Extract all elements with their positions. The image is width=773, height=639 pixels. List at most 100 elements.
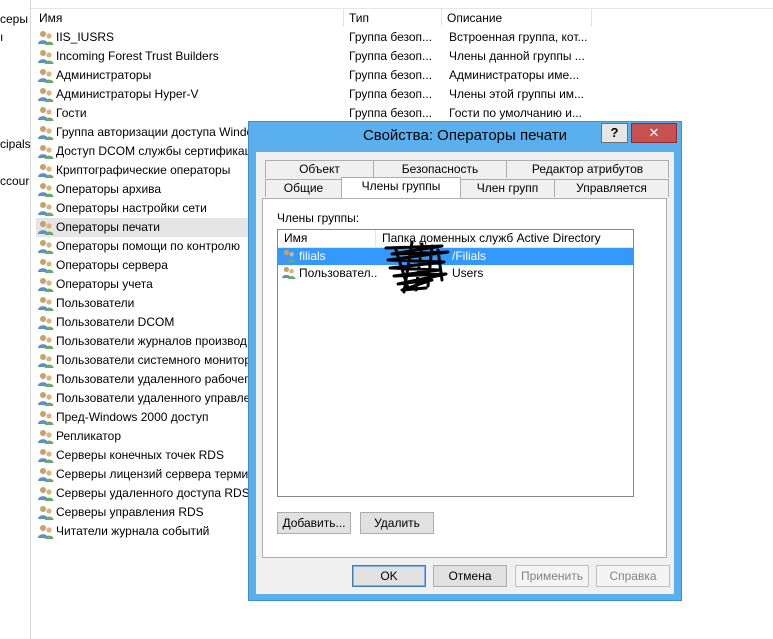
group-icon — [38, 486, 54, 501]
tab-attribute-editor[interactable]: Редактор атрибутов — [506, 160, 669, 178]
console-tree-pane: серы , ı cipals ccour — [0, 0, 31, 639]
column-header-description[interactable]: Описание — [442, 9, 592, 27]
group-icon — [38, 524, 54, 539]
group-name: Группа авторизации доступа Windo — [56, 125, 250, 139]
group-name: Криптографические операторы — [56, 163, 231, 177]
member-row[interactable]: filials/Filials — [278, 248, 633, 265]
group-list-row[interactable]: Incoming Forest Trust Builders Группа без… — [34, 47, 634, 66]
tree-item[interactable]: cipals — [0, 137, 30, 151]
group-list-row[interactable]: IIS_IUSRS Группа безоп... Встроенная групп… — [34, 28, 634, 47]
tab-members[interactable]: Члены группы — [341, 177, 461, 198]
group-name: Операторы помощи по контролю — [56, 239, 241, 253]
group-icon — [38, 30, 54, 45]
group-name-cell: Администраторы — [36, 66, 250, 85]
column-header-type[interactable]: Тип — [344, 9, 442, 27]
group-icon — [38, 410, 54, 425]
tab-security[interactable]: Безопасность — [373, 160, 507, 178]
group-name: Операторы сервера — [56, 258, 168, 272]
column-header-name[interactable]: Имя — [34, 9, 344, 27]
group-name: Серверы конечных точек RDS — [56, 448, 224, 462]
group-name-cell: Администраторы Hyper-V — [36, 85, 250, 104]
group-name-cell: Пользователи журналов производ — [36, 332, 250, 351]
tab-managed-by[interactable]: Управляется — [554, 179, 669, 197]
group-description: Члены данной группы ... — [449, 49, 585, 63]
tree-item[interactable]: серы , — [0, 12, 30, 26]
group-name-cell: Пользователи удаленного управле — [36, 389, 250, 408]
group-description: Члены этой группы им... — [449, 87, 585, 101]
group-name: Репликатор — [56, 429, 121, 443]
member-name: Пользовател... — [299, 266, 377, 280]
group-name-cell: Группа авторизации доступа Windo — [36, 123, 250, 142]
group-list-row[interactable]: Администраторы Hyper-V Группа безоп... Чле… — [34, 85, 634, 104]
group-name-cell: Пользователи — [36, 294, 250, 313]
group-description: Встроенная группа, кот... — [449, 30, 588, 44]
group-icon — [38, 505, 54, 520]
redaction-scribble — [384, 240, 450, 294]
remove-member-button[interactable]: Удалить — [360, 512, 434, 534]
group-type: Группа безоп... — [349, 68, 433, 82]
group-icon — [38, 429, 54, 444]
group-icon — [38, 372, 54, 387]
group-name-cell: Операторы архива — [36, 180, 250, 199]
group-icon — [38, 220, 54, 235]
members-list[interactable]: Имя Папка доменных служб Active Director… — [277, 229, 634, 497]
group-name: Пред-Windows 2000 доступ — [56, 410, 209, 424]
group-name-cell: Пользователи DCOM — [36, 313, 250, 332]
cancel-button[interactable]: Отмена — [433, 565, 507, 587]
group-icon — [38, 296, 54, 311]
group-name-cell: Пользователи удаленного рабочег — [36, 370, 250, 389]
tree-item[interactable]: ccour — [0, 174, 29, 188]
group-icon — [38, 106, 54, 121]
group-icon — [38, 182, 54, 197]
close-button[interactable]: ✕ — [631, 123, 677, 143]
group-name: Администраторы Hyper-V — [56, 87, 199, 101]
group-icon — [38, 334, 54, 349]
group-icon — [38, 49, 54, 64]
group-name: Операторы настройки сети — [56, 201, 207, 215]
group-icon — [38, 125, 54, 140]
members-column-name[interactable]: Имя — [278, 230, 376, 247]
tab-object[interactable]: Объект — [265, 160, 374, 178]
group-type: Группа безоп... — [349, 87, 433, 101]
group-name-cell: Серверы лицензий сервера термин — [36, 465, 250, 484]
group-icon — [38, 144, 54, 159]
apply-button[interactable]: Применить — [515, 565, 589, 587]
group-name-cell: Серверы конечных точек RDS — [36, 446, 250, 465]
pane-top-strip — [31, 0, 773, 9]
group-name: Пользователи журналов производ — [56, 334, 247, 348]
tab-member-of[interactable]: Член групп — [460, 179, 555, 197]
group-name-cell: Криптографические операторы — [36, 161, 250, 180]
group-list-row[interactable]: Администраторы Группа безоп... Администрат… — [34, 66, 634, 85]
group-name-cell: Доступ DCOM службы сертификац — [36, 142, 250, 161]
group-name-cell: Пользователи системного монитор — [36, 351, 250, 370]
group-icon — [38, 353, 54, 368]
help-button[interactable]: Справка — [596, 565, 670, 587]
add-member-button[interactable]: Добавить... — [277, 512, 351, 534]
group-name: Серверы управления RDS — [56, 505, 204, 519]
dialog-body: Объект Безопасность Редактор атрибутов О… — [256, 152, 674, 594]
ok-button[interactable]: OK — [352, 565, 426, 587]
group-icon — [38, 201, 54, 216]
group-icon — [38, 163, 54, 178]
tab-general[interactable]: Общие — [265, 179, 342, 197]
members-tab-panel: Члены группы: Имя Папка доменных служб A… — [262, 198, 667, 558]
tree-item[interactable]: ı — [0, 30, 3, 44]
member-icon — [282, 266, 296, 283]
group-type: Группа безоп... — [349, 30, 433, 44]
group-name: Администраторы — [56, 68, 152, 82]
group-name-cell: Читатели журнала событий — [36, 522, 250, 541]
group-name-cell: Операторы печати — [36, 218, 250, 237]
group-description: Администраторы име... — [449, 68, 580, 82]
group-name-cell: Репликатор — [36, 427, 250, 446]
group-name: Серверы лицензий сервера термин — [56, 467, 250, 481]
group-icon — [38, 239, 54, 254]
group-name-cell: Серверы удаленного доступа RDS — [36, 484, 250, 503]
group-name: Пользователи — [56, 296, 135, 310]
group-name: Операторы учета — [56, 277, 153, 291]
group-name-cell: Операторы учета — [36, 275, 250, 294]
member-row[interactable]: Пользовател... Users — [278, 265, 633, 282]
group-name: Пользователи системного монитор — [56, 353, 250, 367]
title-help-button[interactable]: ? — [601, 123, 628, 143]
group-name-cell: Операторы настройки сети — [36, 199, 250, 218]
group-icon — [38, 391, 54, 406]
